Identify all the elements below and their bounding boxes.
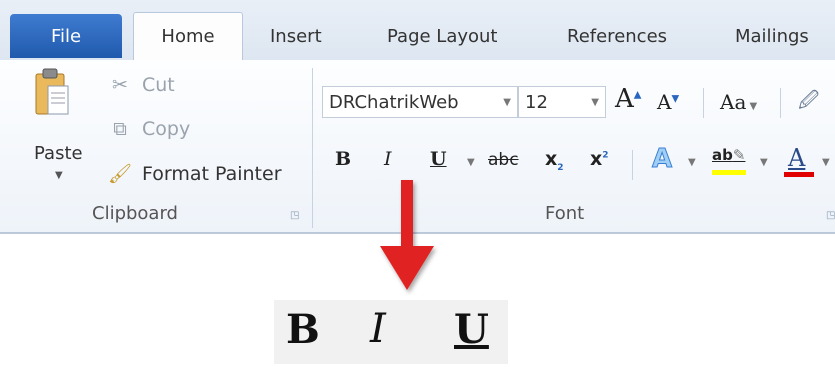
underline-dropdown-icon[interactable]: ▼ (467, 157, 475, 168)
font-color-button[interactable]: A (788, 144, 805, 172)
marker-icon: ✎ (732, 146, 746, 164)
clipboard-group-label: Clipboard (92, 203, 178, 224)
grow-font-button[interactable]: A▲ (615, 84, 641, 114)
format-painter-label: Format Painter (142, 163, 282, 185)
copy-icon: ⧉ (113, 118, 127, 140)
change-case-label: Aa (720, 90, 747, 114)
highlight-dropdown-icon[interactable]: ▼ (760, 157, 768, 168)
highlight-button[interactable]: ab✎ (712, 146, 745, 164)
divider (780, 88, 781, 118)
underline-button[interactable]: U (430, 148, 447, 170)
copy-button[interactable]: ⧉ Copy (108, 118, 190, 140)
zoomed-underline-label: U (454, 306, 489, 353)
pointer-arrow-icon (380, 180, 434, 290)
text-effects-dropdown-icon[interactable]: ▼ (688, 157, 696, 168)
tab-references[interactable]: References (567, 14, 667, 60)
font-dialog-launcher-icon[interactable]: ◳ (826, 210, 835, 221)
cut-button[interactable]: ✂ Cut (108, 74, 175, 96)
divider (703, 88, 704, 118)
chevron-down-icon[interactable]: ▼ (503, 87, 511, 119)
shrink-font-button[interactable]: A▼ (657, 90, 679, 114)
group-divider (312, 68, 313, 228)
zoomed-format-buttons: B I U (274, 300, 508, 364)
shrink-font-label: A (657, 90, 672, 114)
subscript-button[interactable]: x2 (545, 148, 564, 173)
clear-formatting-icon[interactable]: 🖉 (798, 86, 819, 120)
grow-font-label: A (615, 84, 634, 114)
superscript-label: x (590, 148, 603, 170)
tab-page-layout[interactable]: Page Layout (387, 14, 498, 60)
paste-icon[interactable] (34, 68, 70, 118)
font-color-bar (784, 172, 814, 177)
ribbon-tab-bar: File Home Insert Page Layout References … (0, 0, 835, 62)
paintbrush-icon: 🖌 (108, 163, 133, 185)
divider (632, 150, 633, 180)
font-color-dropdown-icon[interactable]: ▼ (822, 157, 830, 168)
superscript-button[interactable]: x2 (590, 148, 609, 170)
paste-button[interactable]: Paste (34, 143, 83, 164)
italic-button[interactable]: I (384, 148, 392, 170)
copy-label: Copy (142, 118, 191, 140)
zoomed-bold-label: B (286, 306, 320, 353)
tab-file[interactable]: File (10, 14, 122, 58)
font-group-label: Font (545, 203, 585, 224)
font-size-value: 12 (525, 92, 548, 113)
cut-label: Cut (142, 74, 175, 96)
font-size-combo[interactable]: 12 ▼ (518, 86, 606, 118)
strikethrough-button[interactable]: abc (488, 150, 519, 170)
tab-home[interactable]: Home (133, 12, 243, 62)
font-name-value: DRChatrikWeb (329, 92, 459, 113)
chevron-down-icon[interactable]: ▼ (591, 87, 599, 119)
scissors-icon: ✂ (112, 74, 128, 96)
tab-insert[interactable]: Insert (270, 14, 322, 60)
highlight-label: ab (712, 146, 733, 164)
change-case-button[interactable]: Aa ▼ (720, 90, 757, 114)
format-painter-button[interactable]: 🖌 Format Painter (108, 162, 282, 185)
zoomed-italic-label: I (370, 306, 386, 352)
clipboard-dialog-launcher-icon[interactable]: ◳ (290, 210, 299, 221)
tab-mailings[interactable]: Mailings (735, 14, 809, 60)
highlight-color-bar (712, 170, 746, 175)
subscript-label: x (545, 148, 558, 170)
paste-dropdown-icon[interactable]: ▼ (55, 170, 63, 181)
bold-button[interactable]: B (335, 148, 351, 170)
text-effects-button[interactable]: A (651, 144, 672, 175)
font-name-combo[interactable]: DRChatrikWeb ▼ (322, 86, 518, 118)
